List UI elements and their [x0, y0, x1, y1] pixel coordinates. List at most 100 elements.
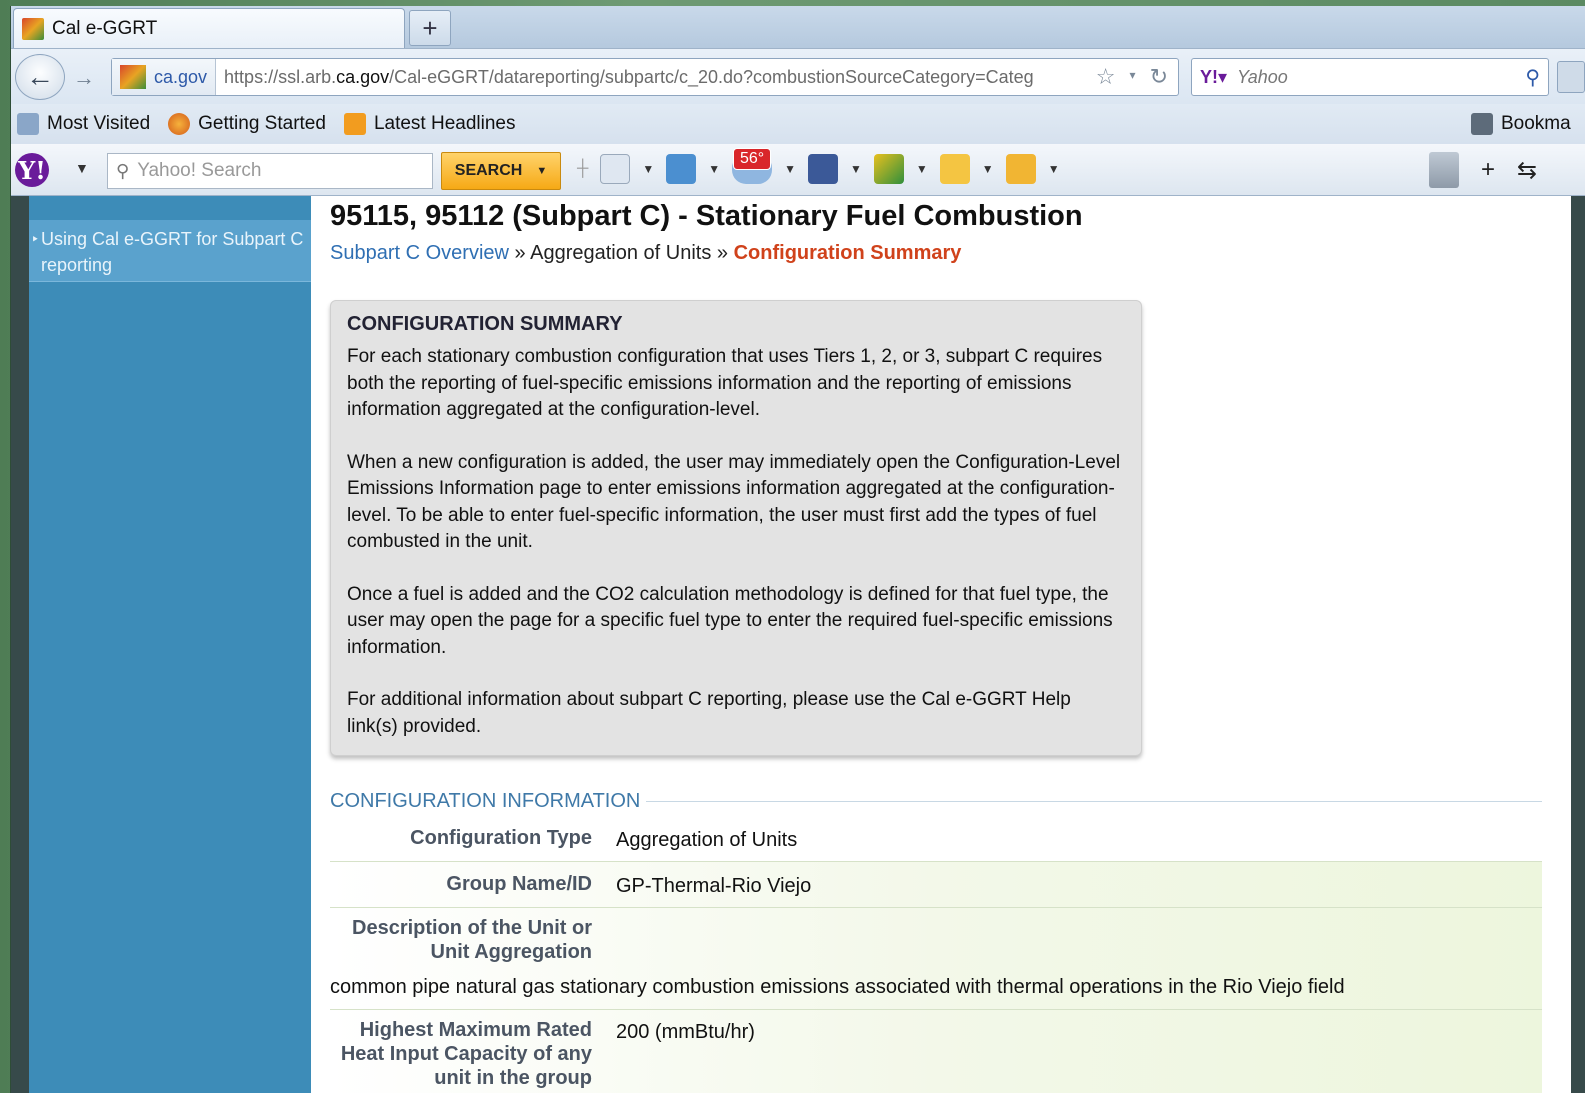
bookmark-latest-headlines[interactable]: Latest Headlines	[343, 113, 516, 135]
sidebar: Using Cal e-GGRT for Subpart C reporting	[29, 196, 311, 1093]
configuration-information-heading: CONFIGURATION INFORMATION	[330, 790, 1542, 813]
summary-heading: CONFIGURATION SUMMARY	[347, 313, 623, 335]
summary-paragraph: For additional information about subpart…	[347, 689, 1071, 737]
summary-paragraph: When a new configuration is added, the u…	[347, 451, 1121, 553]
bookmark-label: Getting Started	[198, 113, 326, 134]
yahoo-logo-text: Y!	[15, 153, 49, 187]
field-label: Group Name/ID	[446, 873, 592, 895]
chevron-down-icon[interactable]: ▼	[1048, 162, 1060, 176]
page-left-border	[11, 196, 29, 1093]
ebay-icon[interactable]	[939, 154, 970, 184]
url-actions: ☆ ▾ ↻	[1086, 64, 1178, 90]
browser-tab[interactable]: Cal e-GGRT	[13, 8, 405, 48]
plus-icon[interactable]: +	[1481, 156, 1495, 184]
history-dropdown-icon[interactable]: ▾	[1130, 64, 1136, 90]
mail-icon[interactable]	[666, 154, 697, 184]
breadcrumb-separator: »	[514, 242, 526, 264]
yahoo-search-placeholder: Yahoo! Search	[137, 160, 262, 181]
field-value: Aggregation of Units	[616, 829, 798, 851]
navigation-bar: ← → ca.gov https://ssl.arb.ca.gov/Cal-eG…	[11, 48, 1585, 104]
url-domain: ca.gov	[336, 66, 390, 87]
forward-arrow-icon: →	[73, 65, 95, 90]
chevron-down-icon[interactable]: ▼	[784, 162, 796, 176]
chevron-down-icon[interactable]: ▼	[916, 162, 928, 176]
chevron-down-icon: ▼	[536, 165, 548, 177]
bookmark-getting-started[interactable]: Getting Started	[168, 113, 326, 135]
page-title: 95115, 95112 (Subpart C) - Stationary Fu…	[330, 200, 1083, 232]
section-divider	[646, 801, 1542, 802]
bookmark-label: Latest Headlines	[373, 113, 516, 134]
yahoo-menu-chevron-icon[interactable]: ▼	[75, 160, 89, 176]
home-button[interactable]	[1557, 61, 1585, 93]
url-text[interactable]: https://ssl.arb.ca.gov/Cal-eGGRT/datarep…	[216, 67, 1086, 88]
tab-title: Cal e-GGRT	[52, 17, 158, 39]
table-row: Highest Maximum Rated Heat Input Capacit…	[330, 1010, 1542, 1093]
chevron-down-icon[interactable]: ▼	[850, 162, 862, 176]
site-identity-button[interactable]: ca.gov	[112, 59, 217, 95]
page-right-border	[1571, 196, 1585, 1093]
bookmark-most-visited[interactable]: Most Visited	[17, 113, 150, 135]
bookmarks-toolbar: Most Visited Getting Started Latest Head…	[11, 104, 1585, 144]
breadcrumb-current: Configuration Summary	[733, 242, 962, 264]
chevron-down-icon[interactable]: ▼	[708, 162, 720, 176]
separator-icon: ┼	[577, 160, 589, 177]
finance-icon[interactable]	[873, 154, 904, 184]
sidebar-item-using-cal-eggrt[interactable]: Using Cal e-GGRT for Subpart C reporting	[29, 220, 311, 282]
search-engine-box[interactable]: Y!▾ Yahoo ⚲	[1191, 58, 1549, 96]
shopping-bag-icon[interactable]	[1005, 154, 1036, 184]
yahoo-toolbar-icons: ┼ ▼ ▼ ▼ ▼ ▼ ▼ ▼	[577, 154, 1060, 184]
breadcrumb-subpart-c-overview[interactable]: Subpart C Overview	[330, 242, 509, 264]
table-row: Configuration Type Aggregation of Units	[330, 816, 1542, 862]
yahoo-search-button[interactable]: SEARCH ▼	[441, 152, 561, 190]
field-label: Highest Maximum Rated Heat Input Capacit…	[340, 1019, 592, 1089]
field-value: GP-Thermal-Rio Viejo	[616, 875, 812, 897]
field-value: 200 (mmBtu/hr)	[616, 1021, 755, 1043]
chevron-down-icon[interactable]: ▼	[642, 162, 654, 176]
search-engine-placeholder: Yahoo	[1237, 66, 1288, 87]
reload-icon[interactable]: ↻	[1150, 64, 1168, 90]
forward-button[interactable]: →	[67, 63, 101, 93]
menu-icon[interactable]	[1429, 152, 1459, 188]
yahoo-toolbar-right: + ⇆	[1429, 152, 1537, 188]
section-title-text: CONFIGURATION INFORMATION	[330, 790, 641, 812]
summary-paragraph: For each stationary combustion configura…	[347, 346, 1103, 420]
bookmark-label: Most Visited	[47, 113, 151, 134]
bookmarks-menu[interactable]: Bookma	[1471, 113, 1571, 135]
yahoo-logo[interactable]: Y!	[15, 153, 77, 187]
url-prefix: https://ssl.arb.	[224, 66, 337, 87]
configuration-summary-box: CONFIGURATION SUMMARY For each stationar…	[330, 300, 1142, 756]
rss-feed-icon	[343, 113, 366, 135]
breadcrumb-aggregation: Aggregation of Units	[530, 242, 712, 264]
firefox-icon	[168, 113, 191, 135]
configuration-info-table: Configuration Type Aggregation of Units …	[330, 816, 1542, 1093]
bookmark-star-icon[interactable]: ☆	[1096, 64, 1116, 90]
back-arrow-icon: ←	[26, 61, 54, 92]
weather-temperature-badge: 56°	[733, 148, 772, 170]
url-suffix: /Cal-eGGRT/datareporting/subpartc/c_20.d…	[389, 66, 1034, 87]
breadcrumb: Subpart C Overview » Aggregation of Unit…	[330, 242, 961, 265]
back-button[interactable]: ←	[15, 54, 65, 100]
yahoo-search-input[interactable]: ⚲ Yahoo! Search	[107, 153, 433, 189]
table-row: Description of the Unit or Unit Aggregat…	[330, 908, 1542, 1010]
yahoo-toolbar: Y! ▼ ⚲ Yahoo! Search SEARCH ▼ ┼ ▼ ▼ ▼ ▼ …	[11, 144, 1585, 196]
field-label: Configuration Type	[410, 827, 592, 849]
facebook-icon[interactable]	[808, 154, 839, 184]
swap-arrows-icon[interactable]: ⇆	[1517, 156, 1537, 185]
tab-strip: Cal e-GGRT +	[11, 6, 1585, 48]
yahoo-engine-icon[interactable]: Y!▾	[1200, 67, 1227, 88]
bookmarks-menu-label: Bookma	[1501, 113, 1571, 134]
yahoo-search-button-label: SEARCH	[454, 162, 523, 179]
field-value: common pipe natural gas stationary combu…	[330, 976, 1345, 998]
search-icon: ⚲	[116, 160, 130, 181]
breadcrumb-separator: »	[716, 242, 729, 264]
address-bar[interactable]: ca.gov https://ssl.arb.ca.gov/Cal-eGGRT/…	[111, 58, 1179, 96]
new-tab-button[interactable]: +	[409, 10, 451, 46]
site-favicon-icon	[22, 17, 44, 40]
clipboard-icon[interactable]	[600, 154, 631, 184]
chevron-down-icon[interactable]: ▼	[982, 162, 994, 176]
browser-window: Cal e-GGRT + ← → ca.gov https://ssl.arb.…	[10, 6, 1585, 1093]
bookmarks-menu-icon	[1471, 113, 1493, 135]
field-label: Description of the Unit or Unit Aggregat…	[352, 917, 592, 963]
most-visited-icon	[17, 113, 39, 135]
search-magnifier-icon[interactable]: ⚲	[1525, 65, 1540, 90]
